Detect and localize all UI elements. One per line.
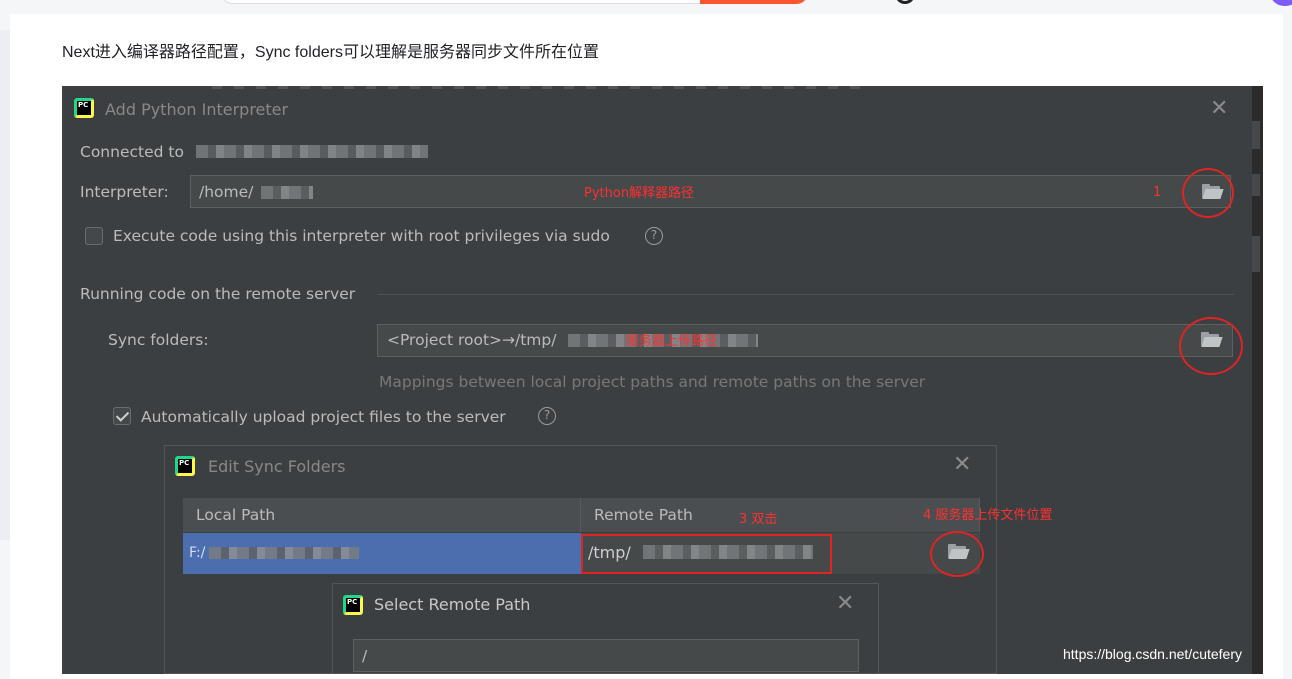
sudo-label: Execute code using this interpreter with… [113,227,610,245]
redacted-host [196,145,428,158]
watermark: https://blog.csdn.net/cutefery [1063,646,1242,662]
step-1-note: 1 [1153,185,1162,200]
interpreter-label: Interpreter: [80,183,169,201]
annotation-circle-1 [1182,168,1234,218]
browser-top-strip [0,0,1292,14]
section-title: Running code on the remote server [80,285,356,303]
step-3-note: 3 双击 [739,512,778,527]
background-noise [212,86,872,89]
auto-upload-help-icon[interactable]: ? [538,407,556,425]
remote-path-input[interactable]: / [353,639,859,672]
redacted-local-path [209,547,359,559]
add-python-interpreter-dialog: PC Add Python Interpreter ✕ Connected to… [62,86,1252,674]
auto-upload-label: Automatically upload project files to th… [141,408,506,426]
select-remote-path-dialog: PC Select Remote Path ✕ / [332,583,879,674]
mappings-hint: Mappings between local project paths and… [379,373,926,391]
local-path-value: F:/ [189,545,206,561]
side-strip-mark [1252,236,1260,272]
sync-folders-value: <Project root>→/tmp/ [387,331,557,349]
sync-dialog-close-icon[interactable]: ✕ [953,454,971,476]
user-icon[interactable] [895,0,915,4]
side-strip-mark [1252,121,1260,149]
sidebar-edge [0,30,10,540]
column-header-remote-path[interactable]: Remote Path [581,498,980,532]
redacted-interpreter-path [261,186,313,199]
remote-path-highlight [581,534,832,574]
sync-folders-label: Sync folders: [108,331,209,349]
auto-upload-checkbox[interactable] [113,407,131,425]
annotation-circle-2 [1179,317,1243,375]
interpreter-path-note: Python解释器路径 [584,186,695,201]
sync-dialog-title: Edit Sync Folders [208,457,346,476]
local-path-cell[interactable]: F:/ [183,533,581,574]
local-path-header-label: Local Path [196,506,276,524]
ide-screenshot: PC Add Python Interpreter ✕ Connected to… [62,86,1263,674]
article-body: Next进入编译器路径配置，Sync folders可以理解是服务器同步文件所在… [10,14,1283,679]
avatar[interactable] [1270,0,1292,6]
remote-path-input-value: / [362,647,368,665]
remote-dialog-close-icon[interactable]: ✕ [836,593,854,615]
pycharm-logo-icon: PC [74,98,94,118]
article-caption: Next进入编译器路径配置，Sync folders可以理解是服务器同步文件所在… [62,44,599,61]
step-4-note: 4 服务器上传文件位置 [923,508,1053,523]
sudo-checkbox[interactable] [85,227,103,245]
section-divider [378,294,1234,295]
side-strip-mark [1252,174,1260,196]
pycharm-logo-icon: PC [343,595,363,615]
pycharm-logo-icon: PC [175,456,195,476]
dialog-title: Add Python Interpreter [105,100,289,119]
ide-side-strip [1252,86,1263,674]
column-header-local-path[interactable]: Local Path [183,498,581,532]
interpreter-input[interactable] [190,175,1231,208]
remote-dialog-title: Select Remote Path [374,595,531,614]
search-button[interactable] [700,0,808,4]
interpreter-value: /home/ [199,183,254,201]
close-icon[interactable]: ✕ [1210,98,1228,120]
sync-path-note: 服务器上传路径 [626,334,718,349]
connected-label: Connected to [80,143,184,161]
remote-path-header-label: Remote Path [594,506,693,524]
annotation-circle-4 [930,531,984,577]
sudo-help-icon[interactable]: ? [645,227,663,245]
